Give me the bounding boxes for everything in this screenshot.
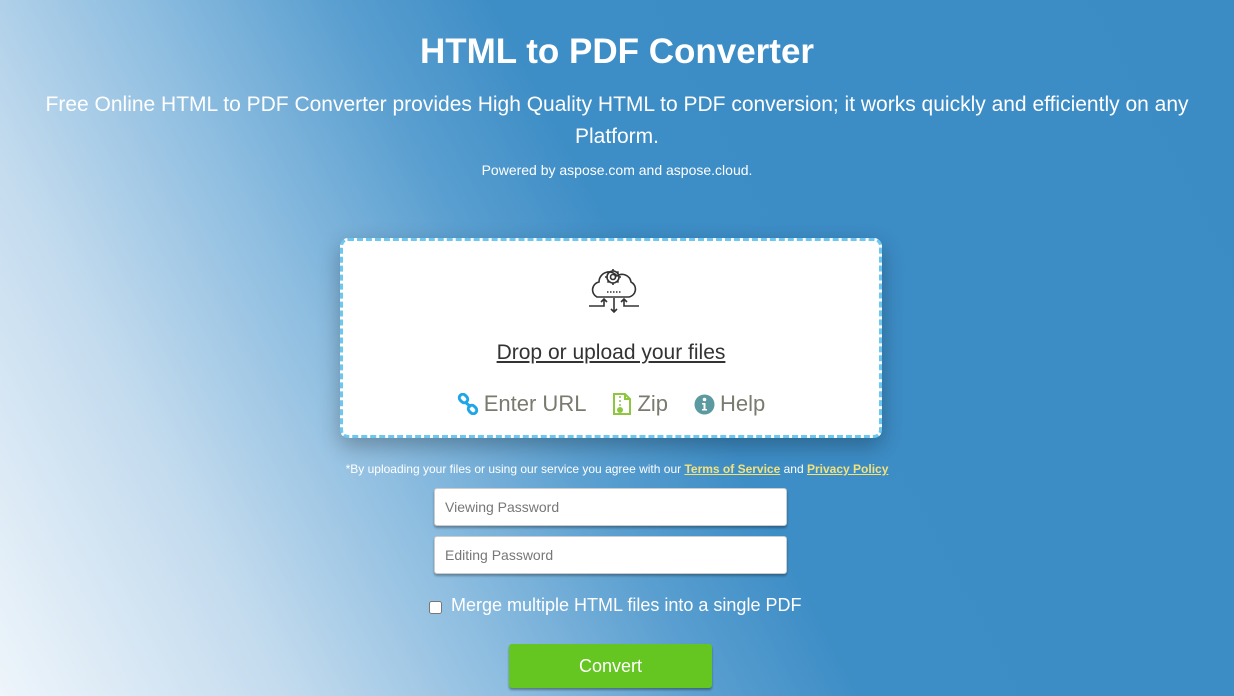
- zip-file-icon: [613, 393, 632, 415]
- terms-prefix: *By uploading your files or using our se…: [345, 462, 682, 476]
- info-icon: [694, 394, 715, 414]
- zip-label: Zip: [637, 391, 669, 416]
- viewing-password-input[interactable]: [434, 488, 787, 526]
- merge-checkbox[interactable]: [429, 601, 442, 614]
- help-button[interactable]: Help: [694, 391, 765, 417]
- enter-url-button[interactable]: Enter URL: [457, 391, 587, 417]
- zip-button[interactable]: Zip: [612, 391, 668, 417]
- cloud-upload-gear-icon: [589, 269, 639, 314]
- page-subtitle: Free Online HTML to PDF Converter provid…: [45, 93, 1189, 148]
- page-title: HTML to PDF Converter: [419, 32, 815, 71]
- terms-notice: *By uploading your files or using our se…: [0, 462, 1234, 476]
- link-icon: [457, 393, 478, 415]
- merge-label: Merge multiple HTML files into a single …: [451, 595, 802, 615]
- file-dropzone[interactable]: Drop or upload your files Enter URL Zip: [340, 238, 882, 438]
- powered-by-text: Powered by aspose.com and aspose.cloud.: [481, 162, 753, 178]
- upload-options: Enter URL Zip Help: [343, 391, 879, 417]
- convert-button[interactable]: Convert: [509, 644, 712, 688]
- enter-url-label: Enter URL: [483, 391, 587, 416]
- help-label: Help: [720, 391, 766, 416]
- upload-files-link[interactable]: Drop or upload your files: [343, 341, 879, 365]
- merge-option[interactable]: Merge multiple HTML files into a single …: [429, 595, 801, 616]
- terms-and: and: [783, 462, 804, 476]
- terms-of-service-link[interactable]: Terms of Service: [684, 462, 780, 476]
- editing-password-input[interactable]: [434, 536, 787, 574]
- privacy-policy-link[interactable]: Privacy Policy: [807, 462, 888, 476]
